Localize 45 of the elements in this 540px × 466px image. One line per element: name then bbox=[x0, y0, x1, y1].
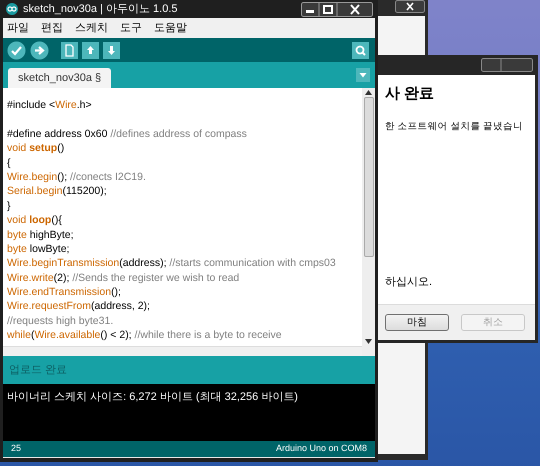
code-line: #define address 0x60 //defines address of compass bbox=[7, 126, 248, 142]
upload-icon[interactable] bbox=[30, 40, 49, 60]
line-number: 25 bbox=[11, 442, 22, 456]
code-line: void setup() bbox=[7, 141, 66, 156]
code-line: { bbox=[7, 156, 12, 170]
dialog-instruction: 하십시오. bbox=[385, 274, 434, 290]
scroll-down-icon[interactable] bbox=[365, 339, 372, 344]
menu-item[interactable]: 편집 bbox=[41, 20, 63, 36]
horizontal-scrollbar[interactable] bbox=[3, 346, 362, 356]
code-line: //requests high byte31. bbox=[7, 314, 114, 328]
dialog-button[interactable]: 마침 bbox=[385, 314, 449, 331]
code-line: } bbox=[7, 198, 12, 214]
code-line: byte lowByte; bbox=[7, 242, 70, 256]
code-line: byte highByte; bbox=[7, 228, 75, 242]
dialog-message: 한 소프트웨어 설치를 끝냈습니 bbox=[385, 120, 524, 134]
menu-item[interactable]: 스케치 bbox=[75, 20, 108, 36]
file-tab[interactable]: sketch_nov30a § bbox=[8, 68, 112, 88]
open-arrow-up-icon[interactable] bbox=[82, 42, 99, 58]
window-buttons-icon[interactable] bbox=[301, 2, 373, 16]
vertical-scrollbar[interactable] bbox=[362, 88, 375, 356]
code-line: void loop(){ bbox=[7, 213, 63, 228]
close-icon[interactable] bbox=[395, 0, 425, 13]
window-title: sketch_nov30a | 아두이노 1.0.5 bbox=[23, 2, 178, 17]
status-message: 업로드 완료 bbox=[9, 362, 68, 378]
code-line: Wire.write(2); //Sends the register we wish to read bbox=[7, 270, 240, 286]
menu-item[interactable]: 파일 bbox=[7, 20, 29, 36]
code-line: Wire.begin(); //conects I2C19. bbox=[7, 170, 147, 184]
save-arrow-down-icon[interactable] bbox=[103, 42, 120, 58]
dialog-heading: 사 완료 bbox=[385, 84, 436, 104]
verify-icon[interactable] bbox=[7, 40, 26, 60]
new-file-icon[interactable] bbox=[61, 42, 78, 58]
scroll-thumb[interactable] bbox=[364, 97, 374, 257]
infinity-logo-icon bbox=[5, 3, 19, 15]
menu-item[interactable]: 도움말 bbox=[154, 20, 187, 36]
scroll-up-icon[interactable] bbox=[365, 90, 372, 95]
code-line: #include <Wire.h> bbox=[7, 98, 93, 112]
code-line: Wire.requestFrom(address, 2); bbox=[7, 299, 151, 314]
serial-monitor-icon[interactable] bbox=[352, 42, 369, 58]
menu-item[interactable]: 도구 bbox=[120, 20, 142, 36]
code-line: Wire.endTransmission(); bbox=[7, 285, 122, 300]
console-line: 바이너리 스케치 사이즈: 6,272 바이트 (최대 32,256 바이트) bbox=[7, 390, 299, 405]
code-line: Serial.begin(115200); bbox=[7, 184, 108, 199]
board-port-label: Arduino Uno on COM8 bbox=[276, 442, 367, 456]
code-line: while(Wire.available() < 2); //while there is a byte to receive bbox=[7, 328, 283, 343]
code-line: Wire.beginTransmission(address); //starts communication with cmps03 bbox=[7, 256, 337, 271]
